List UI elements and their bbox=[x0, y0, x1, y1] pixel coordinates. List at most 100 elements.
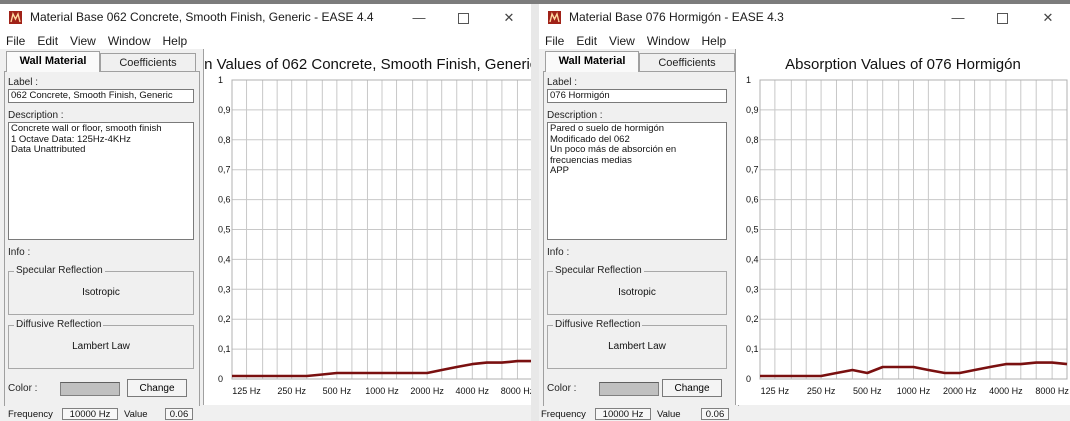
y-tick-label: 0,5 bbox=[746, 225, 759, 235]
label-field[interactable]: 076 Hormigón bbox=[547, 89, 727, 103]
specular-reflection-group: Specular Reflection Isotropic bbox=[8, 265, 194, 315]
chart-title: Absorption Values of 076 Hormigón bbox=[785, 56, 1021, 73]
specular-reflection-title: Specular Reflection bbox=[14, 265, 105, 276]
y-tick-label: 0,5 bbox=[218, 225, 231, 235]
diffusive-reflection-group: Diffusive Reflection Lambert Law bbox=[547, 319, 727, 369]
material-window-076: Material Base 076 Hormigón - EASE 4.3 — … bbox=[539, 4, 1070, 421]
x-tick-label: 2000 Hz bbox=[943, 386, 977, 396]
absorption-chart-svg: Absorption Values of 062 Concrete, Smoot… bbox=[204, 56, 531, 396]
tab-strip: Wall Material Coefficients bbox=[6, 51, 196, 72]
close-icon[interactable]: ✕ bbox=[1026, 4, 1070, 32]
absorption-chart: Absorption Values of 062 Concrete, Smoot… bbox=[203, 49, 531, 405]
frequency-value: 10000 Hz bbox=[595, 408, 651, 420]
diffusive-reflection-title: Diffusive Reflection bbox=[14, 319, 104, 330]
value-caption: Value bbox=[657, 409, 681, 420]
x-tick-label: 4000 Hz bbox=[989, 386, 1023, 396]
absorption-chart: Absorption Values of 076 Hormigón 0 0,1 0,2… bbox=[735, 49, 1070, 405]
properties-panel: Wall Material Coefficients Label : 062 C… bbox=[0, 49, 202, 410]
x-tick-label: 1000 Hz bbox=[897, 386, 931, 396]
status-bar: Frequency 10000 Hz Value 0.06 bbox=[0, 406, 531, 421]
y-tick-label: 0,4 bbox=[746, 254, 759, 264]
specular-reflection-group: Specular Reflection Isotropic bbox=[547, 265, 727, 315]
y-tick-label: 0,1 bbox=[218, 344, 231, 354]
menu-edit[interactable]: Edit bbox=[31, 32, 64, 48]
y-tick-label: 0,4 bbox=[218, 254, 231, 264]
tab-wall-material[interactable]: Wall Material bbox=[545, 51, 639, 72]
value-readout: 0.06 bbox=[165, 408, 193, 420]
y-tick-label: 0,3 bbox=[218, 284, 231, 294]
menu-edit[interactable]: Edit bbox=[570, 32, 603, 48]
y-tick-label: 1 bbox=[746, 75, 751, 85]
menu-help[interactable]: Help bbox=[157, 32, 194, 48]
y-tick-label: 0,8 bbox=[746, 135, 759, 145]
title-bar[interactable]: Material Base 076 Hormigón - EASE 4.3 — … bbox=[539, 4, 1070, 32]
x-tick-label: 250 Hz bbox=[807, 386, 836, 396]
frequency-caption: Frequency bbox=[541, 409, 586, 420]
diffusive-reflection-group: Diffusive Reflection Lambert Law bbox=[8, 319, 194, 369]
info-caption: Info : bbox=[547, 247, 570, 258]
x-tick-label: 8000 Hz bbox=[501, 386, 531, 396]
description-caption: Description : bbox=[547, 110, 603, 121]
specular-reflection-title: Specular Reflection bbox=[553, 265, 644, 276]
description-field[interactable]: Concrete wall or floor, smooth finish 1 … bbox=[8, 122, 194, 240]
color-caption: Color : bbox=[8, 383, 38, 394]
ease-app-icon bbox=[548, 11, 561, 24]
menu-file[interactable]: File bbox=[0, 32, 31, 48]
y-tick-label: 0,2 bbox=[746, 314, 759, 324]
y-tick-label: 0,2 bbox=[218, 314, 231, 324]
menu-help[interactable]: Help bbox=[696, 32, 733, 48]
menu-view[interactable]: View bbox=[603, 32, 641, 48]
maximize-icon[interactable] bbox=[980, 4, 1024, 32]
menu-file[interactable]: File bbox=[539, 32, 570, 48]
material-window-062: Material Base 062 Concrete, Smooth Finis… bbox=[0, 4, 531, 421]
description-field[interactable]: Pared o suelo de hormigón Modificado del… bbox=[547, 122, 727, 240]
tab-coefficients[interactable]: Coefficients bbox=[639, 53, 735, 72]
color-caption: Color : bbox=[547, 383, 577, 394]
ease-app-icon bbox=[9, 11, 22, 24]
tab-wall-material[interactable]: Wall Material bbox=[6, 51, 100, 72]
title-bar[interactable]: Material Base 062 Concrete, Smooth Finis… bbox=[0, 4, 531, 32]
x-tick-label: 500 Hz bbox=[323, 386, 352, 396]
label-caption: Label : bbox=[547, 77, 578, 88]
value-caption: Value bbox=[124, 409, 148, 420]
maximize-icon[interactable] bbox=[441, 4, 485, 32]
absorption-chart-svg: Absorption Values of 076 Hormigón 0 0,1 0,2… bbox=[746, 56, 1069, 396]
x-tick-label: 1000 Hz bbox=[365, 386, 399, 396]
diffusive-reflection-value: Lambert Law bbox=[608, 341, 666, 352]
x-tick-label: 125 Hz bbox=[232, 386, 261, 396]
y-tick-label: 0,8 bbox=[218, 135, 231, 145]
menu-view[interactable]: View bbox=[64, 32, 102, 48]
x-tick-label: 250 Hz bbox=[277, 386, 306, 396]
description-caption: Description : bbox=[8, 110, 64, 121]
x-tick-label: 125 Hz bbox=[761, 386, 790, 396]
menu-bar: File Edit View Window Help bbox=[539, 32, 1070, 49]
menu-window[interactable]: Window bbox=[641, 32, 696, 48]
tab-content: Label : 062 Concrete, Smooth Finish, Gen… bbox=[4, 71, 200, 407]
diffusive-reflection-value: Lambert Law bbox=[72, 341, 130, 352]
label-caption: Label : bbox=[8, 77, 39, 88]
color-swatch[interactable] bbox=[599, 382, 659, 396]
y-tick-label: 0,7 bbox=[746, 165, 759, 175]
chart-title: Absorption Values of 062 Concrete, Smoot… bbox=[204, 56, 531, 73]
menu-window[interactable]: Window bbox=[102, 32, 157, 48]
change-color-button[interactable]: Change bbox=[662, 379, 722, 397]
specular-reflection-value: Isotropic bbox=[82, 287, 120, 298]
label-field[interactable]: 062 Concrete, Smooth Finish, Generic bbox=[8, 89, 194, 103]
y-tick-label: 0,6 bbox=[746, 195, 759, 205]
frequency-value: 10000 Hz bbox=[62, 408, 118, 420]
value-readout: 0.06 bbox=[701, 408, 729, 420]
diffusive-reflection-title: Diffusive Reflection bbox=[553, 319, 643, 330]
x-tick-label: 8000 Hz bbox=[1035, 386, 1069, 396]
minimize-icon[interactable]: — bbox=[936, 4, 980, 32]
y-tick-label: 0 bbox=[218, 374, 223, 384]
y-tick-label: 0,9 bbox=[218, 105, 231, 115]
change-color-button[interactable]: Change bbox=[127, 379, 187, 397]
frequency-caption: Frequency bbox=[8, 409, 53, 420]
color-swatch[interactable] bbox=[60, 382, 120, 396]
menu-bar: File Edit View Window Help bbox=[0, 32, 531, 49]
tab-coefficients[interactable]: Coefficients bbox=[100, 53, 196, 72]
minimize-icon[interactable]: — bbox=[397, 4, 441, 32]
y-tick-label: 1 bbox=[218, 75, 223, 85]
y-tick-label: 0,6 bbox=[218, 195, 231, 205]
close-icon[interactable]: ✕ bbox=[487, 4, 531, 32]
